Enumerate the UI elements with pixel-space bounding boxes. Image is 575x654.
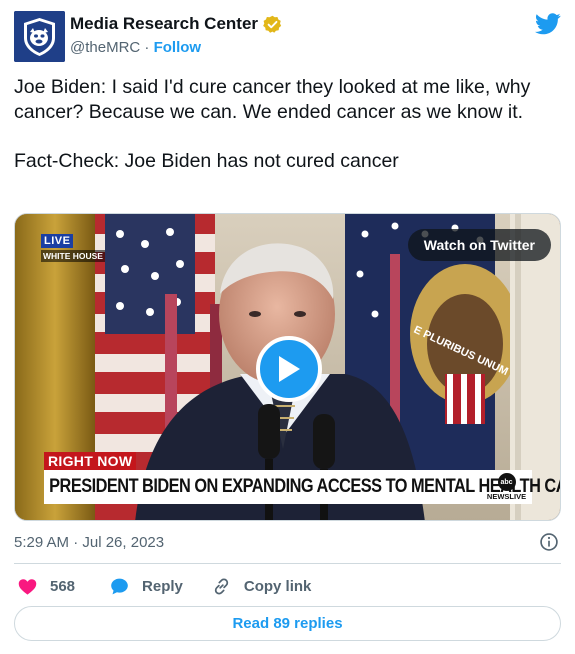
video-player[interactable]: E PLURIBUS UNUM LIVE WHITE HOUSE Watch o… <box>14 213 561 521</box>
divider <box>14 563 561 564</box>
like-count: 568 <box>50 577 76 595</box>
link-icon <box>214 578 229 594</box>
action-bar: 568 Reply Copy link <box>14 574 311 598</box>
tweet-text: Joe Biden: I said I'd cure cancer they l… <box>14 75 554 174</box>
read-replies-button[interactable]: Read 89 replies <box>14 606 561 641</box>
tweet-card: Media Research Center @theMRC · Follow J… <box>0 0 575 654</box>
handle-row: @theMRC · Follow <box>70 39 201 56</box>
mrc-logo-icon <box>14 11 65 62</box>
separator-dot: · <box>144 39 150 56</box>
tweet-text-line2: Fact-Check: Joe Biden has not cured canc… <box>14 150 399 172</box>
chyron: PRESIDENT BIDEN ON EXPANDING ACCESS TO M… <box>44 470 560 504</box>
tweet-text-line1: Joe Biden: I said I'd cure cancer they l… <box>14 76 531 123</box>
author-name[interactable]: Media Research Center <box>70 14 282 34</box>
twitter-bird-icon[interactable] <box>535 13 561 35</box>
live-badge: LIVE WHITE HOUSE <box>41 231 105 262</box>
like-button[interactable]: 568 <box>17 576 75 597</box>
location-label: WHITE HOUSE <box>41 250 105 262</box>
watch-on-twitter-button[interactable]: Watch on Twitter <box>407 229 551 261</box>
heart-icon <box>18 578 37 595</box>
copy-link-label: Copy link <box>243 577 312 595</box>
follow-link[interactable]: Follow <box>154 39 202 56</box>
speech-bubble-icon <box>111 578 128 594</box>
author-name-text[interactable]: Media Research Center <box>70 14 258 34</box>
right-now-banner: RIGHT NOW <box>44 452 137 470</box>
play-button[interactable] <box>256 336 322 402</box>
play-icon <box>279 356 300 382</box>
avatar[interactable] <box>14 11 65 62</box>
reply-label: Reply <box>142 577 183 595</box>
reply-button[interactable]: Reply <box>109 576 183 597</box>
network-label: NEWSLIVE <box>486 492 527 501</box>
live-label: LIVE <box>41 234 74 248</box>
verified-badge-icon <box>263 15 282 33</box>
abc-logo-icon: abc <box>497 473 516 491</box>
author-handle[interactable]: @theMRC <box>70 39 140 56</box>
network-logo: abc NEWSLIVE <box>481 470 532 504</box>
copy-link-button[interactable]: Copy link <box>211 576 312 597</box>
info-icon[interactable] <box>539 532 559 552</box>
timestamp[interactable]: 5:29 AM · Jul 26, 2023 <box>14 534 164 551</box>
